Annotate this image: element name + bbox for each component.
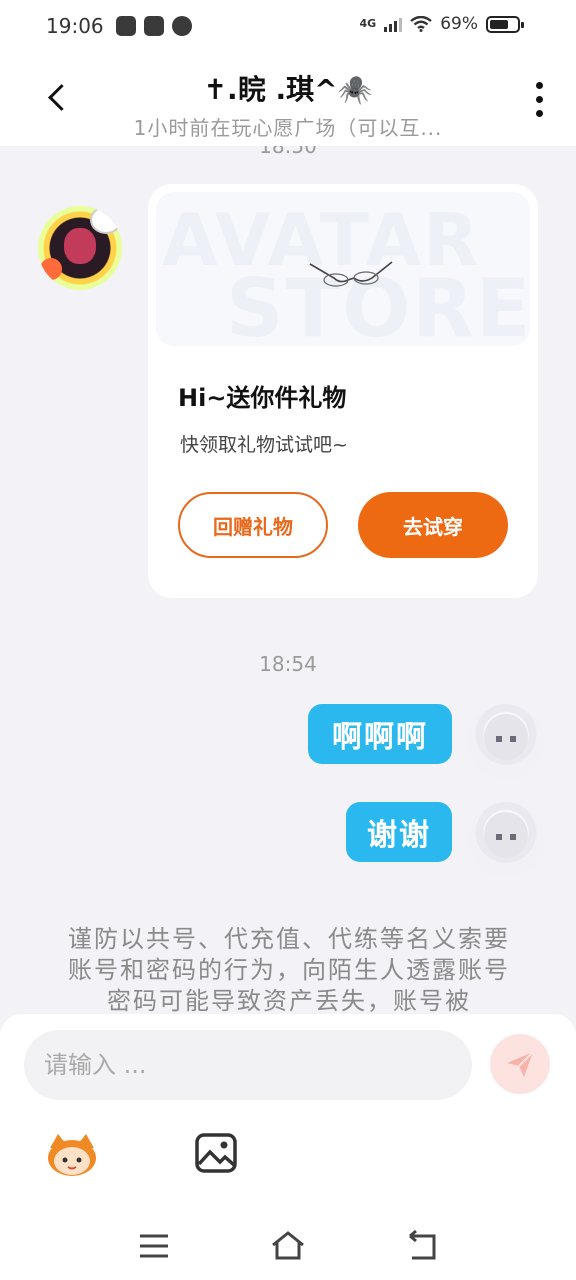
menu-icon[interactable] [136,1228,172,1264]
emoji-icon[interactable] [44,1130,100,1178]
try-on-button[interactable]: 去试穿 [358,492,508,558]
return-gift-button[interactable]: 回赠礼物 [178,492,328,558]
wifi-icon [410,16,432,32]
more-vertical-icon[interactable] [528,80,552,120]
play-icon [144,16,164,36]
cat-decoration-icon [90,206,122,234]
my-avatar[interactable] [468,802,544,878]
my-avatar[interactable] [468,704,544,780]
avatar-eyes [496,834,516,840]
status-time: 19:06 [46,14,104,38]
fan-icon [172,16,192,36]
back-nav-icon[interactable] [404,1228,440,1264]
signal-icon [384,16,403,32]
send-icon[interactable] [490,1034,550,1094]
glasses-gift-icon [309,261,393,287]
chat-header: ✝.睆 .琪^🕷️ 1小时前在玩心愿广场（可以互... [0,54,576,146]
image-icon[interactable] [194,1132,238,1174]
security-notice: 谨防以共号、代充值、代练等名义索要账号和密码的行为，向陌生人透露账号密码可能导致… [68,925,510,1015]
gift-description: 快领取礼物试试吧~ [180,434,348,456]
avatar-eyes [496,736,516,742]
gift-banner: AVATAR STORE [156,192,530,346]
avatar-face [64,228,96,264]
status-notification-icons [116,16,192,36]
chat-subtitle: 1小时前在玩心愿广场（可以互... [133,116,443,140]
battery-icon [486,15,524,33]
gift-title: Hi~送你件礼物 [178,384,347,412]
message-input[interactable] [24,1030,472,1100]
battery-fill [490,19,508,29]
message-bubble[interactable]: 啊啊啊 [308,704,452,764]
gift-card[interactable]: AVATAR STORE Hi~送你件礼物 快领取礼物试试吧~ 回赠礼物 去试穿 [148,184,538,598]
network-type: 4G [359,17,377,30]
contact-avatar[interactable] [38,206,122,290]
status-bar: 19:06 4G 69% [0,0,576,54]
home-icon[interactable] [270,1228,306,1264]
link-icon [116,16,136,36]
status-system-icons: 4G 69% [359,14,524,34]
system-nav-bar [0,1212,576,1280]
timestamp: 18:54 [259,652,317,676]
chat-title: ✝.睆 .琪^🕷️ [203,73,373,106]
battery-percent: 69% [440,14,478,34]
message-bubble[interactable]: 谢谢 [346,802,452,862]
carrot-decoration-icon [40,258,62,280]
